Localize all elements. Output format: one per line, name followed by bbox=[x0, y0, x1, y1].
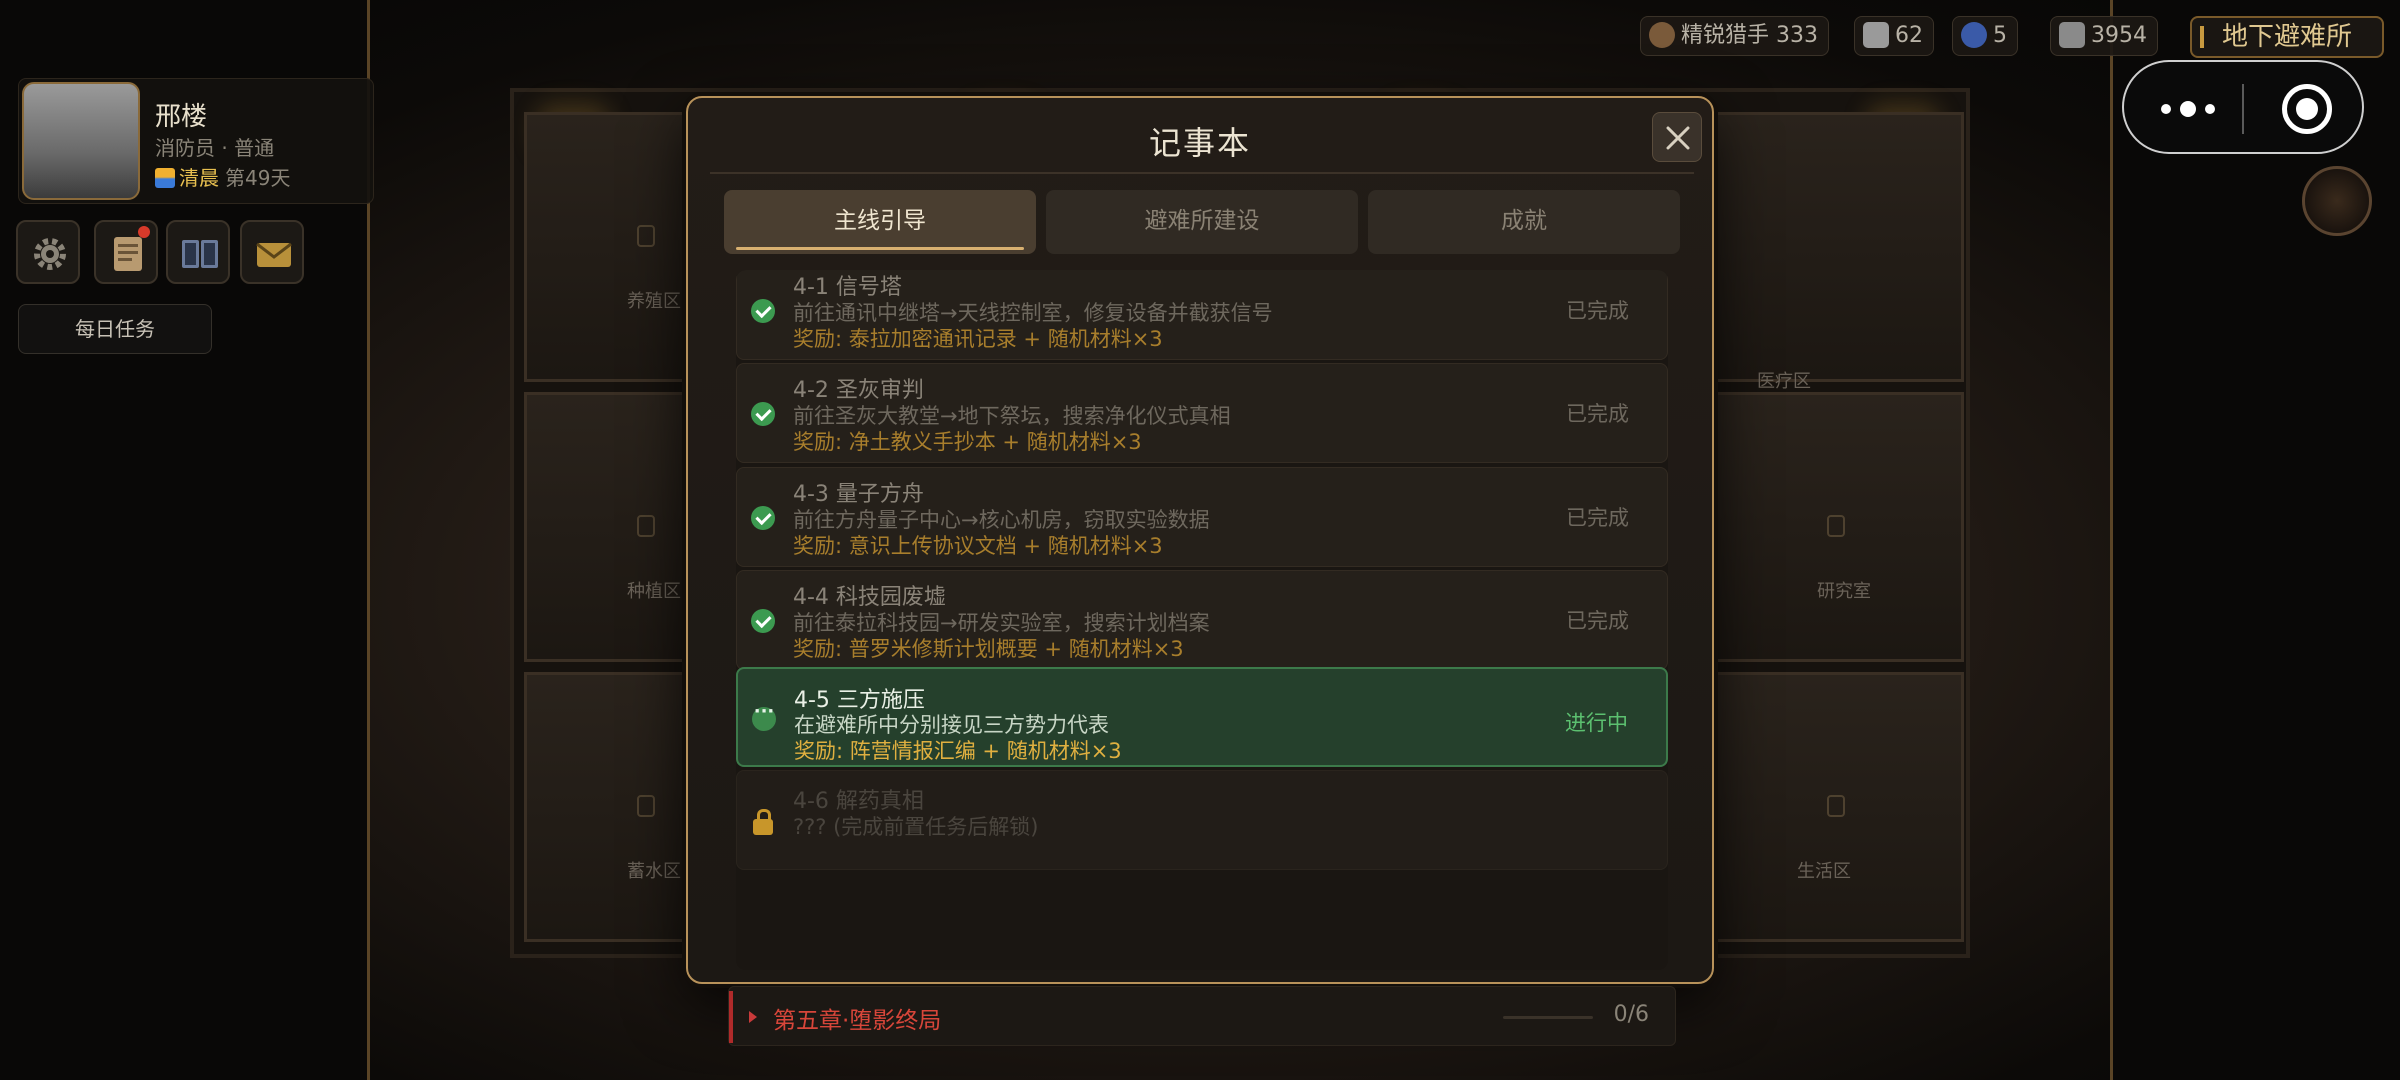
quest-item[interactable]: 4-1 信号塔 前往通讯中继塔→天线控制室，修复设备并截获信号 奖励: 泰拉加密… bbox=[736, 270, 1668, 360]
location-button[interactable]: 地下避难所 bbox=[2190, 16, 2384, 58]
resource-coin[interactable]: 3954 bbox=[2050, 16, 2158, 56]
lock-icon bbox=[637, 795, 655, 817]
tab-shelter-build[interactable]: 避难所建设 bbox=[1046, 190, 1358, 254]
notification-dot bbox=[138, 226, 150, 238]
in-progress-icon bbox=[752, 701, 776, 731]
map-room[interactable]: 生活区 bbox=[1714, 672, 1964, 942]
resource-value: 5 bbox=[1993, 23, 2007, 48]
modal-title: 记事本 bbox=[1148, 124, 1251, 162]
weather-icon bbox=[155, 168, 175, 188]
gear-icon bbox=[34, 238, 66, 270]
quest-item-current[interactable]: 4-5 三方施压 在避难所中分别接见三方势力代表 奖励: 阵营情报汇编 + 随机… bbox=[736, 667, 1668, 767]
day-counter: 第49天 bbox=[225, 166, 291, 190]
mail-icon bbox=[256, 242, 292, 267]
room-label: 医疗区 bbox=[1757, 371, 1811, 392]
tab-main-guide[interactable]: 主线引导 bbox=[724, 190, 1036, 254]
check-circle-icon bbox=[751, 299, 775, 323]
mini-program-capsule bbox=[2122, 60, 2364, 154]
check-circle-icon bbox=[751, 609, 775, 633]
time-row: 清晨 第49天 bbox=[155, 162, 290, 191]
next-chapter-row[interactable]: 第五章·堕影终局 0/6 bbox=[728, 986, 1676, 1046]
tab-achievements[interactable]: 成就 bbox=[1368, 190, 1680, 254]
lock-icon bbox=[1827, 515, 1845, 537]
map-room[interactable]: 医疗区 bbox=[1714, 112, 1964, 392]
avatar[interactable] bbox=[22, 82, 140, 200]
chapter-accent-bar bbox=[729, 991, 733, 1043]
lock-icon bbox=[1827, 795, 1845, 817]
chapter-title: 第五章·堕影终局 bbox=[773, 1008, 942, 1034]
compass-icon[interactable] bbox=[2302, 166, 2372, 236]
gray-resource-icon bbox=[1863, 22, 1889, 48]
quest-reward: 奖励: 净土教义手抄本 + 随机材料×3 bbox=[793, 430, 1142, 454]
quest-item-locked[interactable]: 4-6 解药真相 ??? (完成前置任务后解锁) bbox=[736, 770, 1668, 870]
resource-value: 精锐猎手 333 bbox=[1681, 23, 1818, 48]
book-icon bbox=[182, 240, 218, 268]
room-label: 研究室 bbox=[1817, 581, 1871, 602]
quest-item[interactable]: 4-3 量子方舟 前往方舟量子中心→核心机房，窃取实验数据 奖励: 意识上传协议… bbox=[736, 467, 1668, 567]
quest-state: 已完成 bbox=[1566, 299, 1629, 323]
right-panel-frame bbox=[2110, 0, 2400, 1080]
notebook-modal: 记事本 主线引导 避难所建设 成就 4-1 信号塔 前往通讯中继塔→天线控制室，… bbox=[686, 96, 1714, 1046]
quest-state: 已完成 bbox=[1566, 402, 1629, 426]
quest-reward: 奖励: 普罗米修斯计划概要 + 随机材料×3 bbox=[793, 637, 1184, 661]
codex-button[interactable] bbox=[166, 220, 230, 284]
lock-icon bbox=[753, 809, 773, 835]
resource-value: 62 bbox=[1895, 23, 1923, 48]
quest-state: 已完成 bbox=[1566, 609, 1629, 633]
check-circle-icon bbox=[751, 402, 775, 426]
title-divider bbox=[710, 172, 1694, 174]
quest-desc: ??? (完成前置任务后解锁) bbox=[793, 815, 1039, 839]
time-of-day: 清晨 bbox=[179, 166, 219, 190]
chapter-progress-bar bbox=[1503, 1016, 1593, 1019]
close-icon bbox=[1666, 126, 1690, 150]
quest-list[interactable]: 4-1 信号塔 前往通讯中继塔→天线控制室，修复设备并截获信号 奖励: 泰拉加密… bbox=[736, 270, 1668, 970]
blue-gem-icon bbox=[1961, 22, 1987, 48]
daily-tasks-button[interactable]: 每日任务 bbox=[18, 304, 212, 354]
lock-icon bbox=[637, 515, 655, 537]
resource-elite-hunter[interactable]: 精锐猎手 333 bbox=[1640, 16, 1829, 56]
notebook-button[interactable] bbox=[94, 220, 158, 284]
quest-reward: 奖励: 泰拉加密通讯记录 + 随机材料×3 bbox=[793, 327, 1163, 351]
quest-reward: 奖励: 意识上传协议文档 + 随机材料×3 bbox=[793, 534, 1163, 558]
room-label: 生活区 bbox=[1797, 861, 1851, 882]
map-room[interactable]: 研究室 bbox=[1714, 392, 1964, 662]
player-role: 消防员 · 普通 bbox=[155, 136, 275, 160]
silver-coin-icon bbox=[2059, 22, 2085, 48]
settings-button[interactable] bbox=[16, 220, 80, 284]
elite-hunter-icon bbox=[1649, 22, 1675, 48]
caret-right-icon bbox=[749, 1011, 757, 1023]
chapter-progress-count: 0/6 bbox=[1613, 1002, 1649, 1027]
room-label: 养殖区 bbox=[627, 291, 681, 312]
resource-gray[interactable]: 62 bbox=[1854, 16, 1934, 56]
capsule-divider bbox=[2242, 84, 2244, 134]
quest-reward: 奖励: 阵营情报汇编 + 随机材料×3 bbox=[794, 739, 1122, 763]
quest-item[interactable]: 4-2 圣灰审判 前往圣灰大教堂→地下祭坛，搜索净化仪式真相 奖励: 净土教义手… bbox=[736, 363, 1668, 463]
more-dots-icon[interactable] bbox=[2158, 100, 2218, 118]
close-button[interactable] bbox=[1652, 112, 1702, 162]
mail-button[interactable] bbox=[240, 220, 304, 284]
quest-state: 已完成 bbox=[1566, 506, 1629, 530]
resource-gem[interactable]: 5 bbox=[1952, 16, 2018, 56]
close-miniprogram-icon[interactable] bbox=[2282, 84, 2332, 134]
room-label: 种植区 bbox=[627, 581, 681, 602]
player-name: 邢楼 bbox=[155, 102, 208, 132]
resource-value: 3954 bbox=[2091, 23, 2147, 48]
check-circle-icon bbox=[751, 506, 775, 530]
quest-state: 进行中 bbox=[1565, 711, 1628, 735]
quest-item[interactable]: 4-4 科技园废墟 前往泰拉科技园→研发实验室，搜索计划档案 奖励: 普罗米修斯… bbox=[736, 570, 1668, 670]
room-label: 蓄水区 bbox=[627, 861, 681, 882]
notebook-icon bbox=[114, 237, 142, 271]
lock-icon bbox=[637, 225, 655, 247]
